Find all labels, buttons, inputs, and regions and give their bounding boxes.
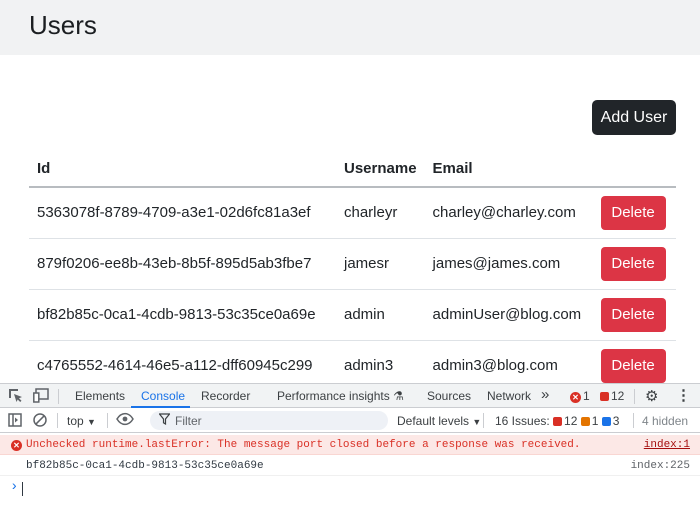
flask-icon: ⚗: [393, 389, 404, 403]
issue-error-icon: [553, 417, 563, 426]
table-row: 879f0206-ee8b-43eb-8b5f-895d5ab3fbe7 jam…: [29, 238, 676, 290]
cell-username: admin3: [336, 340, 425, 383]
delete-button[interactable]: Delete: [600, 348, 666, 383]
tab-performance-insights-label: Performance insights: [277, 389, 390, 403]
toolbar-divider: [58, 389, 59, 404]
tab-elements[interactable]: Elements: [75, 389, 125, 403]
page-title: Users: [29, 10, 97, 40]
hidden-messages-count: 4 hidden: [642, 414, 689, 428]
cell-email: adminUser@blog.com: [424, 289, 593, 341]
kebab-menu-icon[interactable]: ⋮: [676, 386, 691, 404]
toolbar-divider: [634, 389, 635, 404]
cell-action: Delete: [592, 289, 676, 341]
cell-id: c4765552-4614-46e5-a112-dff60945c299: [29, 340, 336, 383]
users-table: Id Username Email 5363078f-8789-4709-a3e…: [29, 150, 676, 383]
log-levels-dropdown[interactable]: Default levels ▼: [397, 414, 481, 428]
app-page: Users Add User Id Username Email 5363078…: [0, 0, 700, 383]
error-message-text: Unchecked runtime.lastError: The message…: [26, 439, 581, 451]
live-expression-eye-icon[interactable]: [116, 412, 134, 429]
log-source-link[interactable]: index:225: [631, 460, 690, 472]
inspect-element-icon[interactable]: [8, 388, 23, 406]
cell-email: admin3@blog.com: [424, 340, 593, 383]
header-email: Email: [424, 150, 593, 188]
header-username: Username: [336, 150, 425, 188]
issue-warning-icon: [580, 417, 590, 426]
devtools-panel: Elements Console Recorder Performance in…: [0, 383, 700, 510]
filter-placeholder: Filter: [175, 414, 202, 428]
device-toolbar-icon[interactable]: [33, 388, 49, 406]
toolbar-divider: [57, 413, 58, 428]
issues-info-count: 3: [612, 414, 620, 428]
filter-input[interactable]: Filter: [150, 411, 388, 430]
cell-action: Delete: [592, 238, 676, 290]
issue-flag-icon: [600, 392, 609, 401]
issues-summary[interactable]: 16 Issues: 12 1 3: [495, 414, 619, 428]
issues-error-count: 12: [564, 414, 578, 428]
context-value: top: [67, 414, 84, 428]
issue-count: 12: [611, 389, 625, 403]
error-count: 1: [583, 389, 590, 403]
issues-warning-count: 1: [591, 414, 599, 428]
error-icon: ✕: [11, 440, 22, 451]
context-selector[interactable]: top ▼: [67, 414, 96, 428]
sidebar-toggle-icon[interactable]: [8, 413, 22, 430]
clear-console-icon[interactable]: [33, 413, 47, 430]
console-error-message: ✕ Unchecked runtime.lastError: The messa…: [0, 435, 700, 455]
tab-console[interactable]: Console: [141, 389, 185, 403]
tab-performance-insights[interactable]: Performance insights ⚗: [277, 389, 404, 403]
cell-username: admin: [336, 289, 425, 341]
cell-username: jamesr: [336, 238, 425, 290]
delete-button[interactable]: Delete: [600, 195, 666, 230]
header-actions: [592, 150, 676, 188]
more-tabs-icon[interactable]: »: [541, 386, 549, 403]
toolbar-divider: [483, 413, 484, 428]
dropdown-arrow-icon: ▼: [87, 417, 96, 427]
cell-action: Delete: [592, 340, 676, 383]
console-log-message: bf82b85c-0ca1-4cdb-9813-53c35ce0a69e ind…: [0, 456, 700, 476]
error-source-link[interactable]: index:1: [644, 439, 690, 451]
cell-username: charleyr: [336, 187, 425, 239]
table-header-row: Id Username Email: [29, 150, 676, 188]
cell-email: charley@charley.com: [424, 187, 593, 239]
log-message-text: bf82b85c-0ca1-4cdb-9813-53c35ce0a69e: [26, 460, 264, 472]
devtools-tabbar: Elements Console Recorder Performance in…: [0, 383, 700, 408]
issues-label: 16 Issues:: [495, 414, 550, 428]
table-row: c4765552-4614-46e5-a112-dff60945c299 adm…: [29, 340, 676, 383]
cell-id: bf82b85c-0ca1-4cdb-9813-53c35ce0a69e: [29, 289, 336, 341]
issue-info-icon: [601, 417, 611, 426]
cell-id: 879f0206-ee8b-43eb-8b5f-895d5ab3fbe7: [29, 238, 336, 290]
delete-button[interactable]: Delete: [600, 246, 666, 281]
dropdown-arrow-icon: ▼: [472, 417, 482, 427]
table-row: bf82b85c-0ca1-4cdb-9813-53c35ce0a69e adm…: [29, 289, 676, 341]
error-icon: ✕: [570, 392, 581, 403]
add-user-button[interactable]: Add User: [592, 100, 676, 135]
delete-button[interactable]: Delete: [600, 297, 666, 332]
cell-email: james@james.com: [424, 238, 593, 290]
header-id: Id: [29, 150, 336, 188]
page-header: Users: [0, 0, 700, 55]
settings-gear-icon[interactable]: ⚙: [645, 387, 658, 405]
console-toolbar: top ▼ Filter Default levels ▼ 16 Issues:…: [0, 408, 700, 433]
error-counter[interactable]: ✕ 1: [570, 389, 590, 403]
console-prompt-icon: ›: [10, 479, 19, 495]
filter-funnel-icon: [158, 413, 171, 428]
toolbar-divider: [107, 413, 108, 428]
toolbar-divider: [633, 413, 634, 428]
tab-recorder[interactable]: Recorder: [201, 389, 250, 403]
issue-counter[interactable]: 12: [600, 389, 624, 403]
tab-network[interactable]: Network: [487, 389, 531, 403]
table-row: 5363078f-8789-4709-a3e1-02d6fc81a3ef cha…: [29, 187, 676, 239]
cell-id: 5363078f-8789-4709-a3e1-02d6fc81a3ef: [29, 187, 336, 239]
cell-action: Delete: [592, 187, 676, 239]
log-levels-label: Default levels: [397, 414, 470, 428]
console-input-caret[interactable]: [22, 482, 23, 496]
tab-sources[interactable]: Sources: [427, 389, 471, 403]
